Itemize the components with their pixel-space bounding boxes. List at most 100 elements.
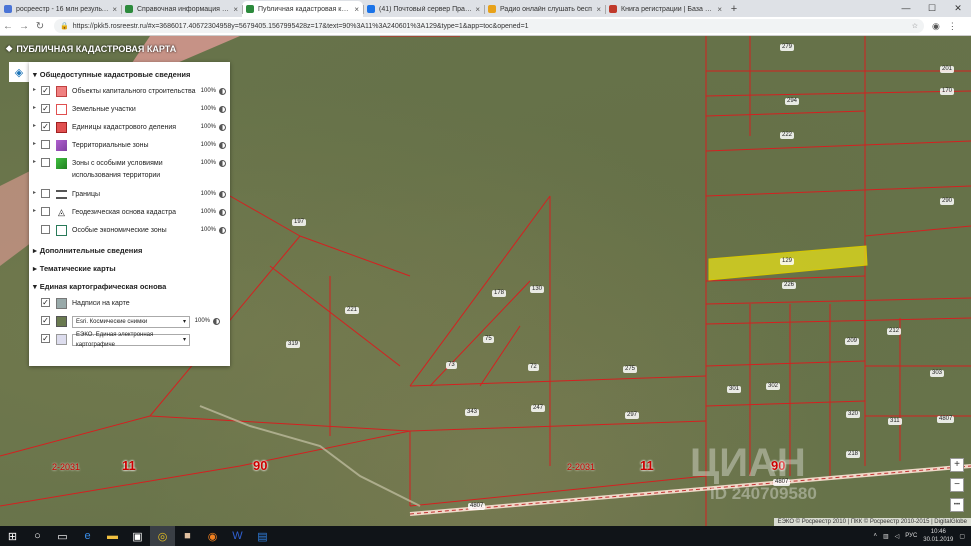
more-tools-button[interactable]: ••• [950,498,964,512]
plot-label: 275 [623,366,638,373]
network-icon[interactable]: ▥ [883,533,889,540]
word-icon[interactable]: W [225,526,250,546]
caret-right-icon[interactable]: ▸ [33,158,41,165]
bookmark-star-icon[interactable]: ☆ [912,22,918,30]
browser-tab-3[interactable]: Публичная кадастровая карта × [242,1,363,17]
section-extra[interactable]: ▸ Дополнительные сведения [33,244,226,257]
zoom-in-button[interactable]: + [950,458,964,472]
search-icon[interactable]: ○ [25,526,50,546]
opacity-icon[interactable] [219,191,226,198]
section-public[interactable]: ▾ Общедоступные кадастровые сведения [33,68,226,81]
address-bar[interactable]: 🔒 https://pkk5.rosreestr.ru/#x=3686017.4… [54,19,924,33]
plot-label: 73 [446,362,457,369]
tray-arrow-icon[interactable]: ˄ [873,533,877,539]
browser-tab-5[interactable]: Радио онлайн слушать бесп × [484,1,605,17]
close-icon[interactable]: × [475,5,480,14]
close-window-icon[interactable]: ✕ [945,0,971,17]
plot-label: 209 [845,338,860,345]
layers-panel: ▾ Общедоступные кадастровые сведения ▸ ✓ … [29,62,230,366]
plot-label: 343 [465,409,480,416]
close-icon[interactable]: × [354,5,359,14]
back-icon[interactable]: ← [0,21,16,32]
section-basemap[interactable]: ▾ Единая картографическая основа [33,280,226,293]
reload-icon[interactable]: ↻ [32,21,48,32]
close-icon[interactable]: × [233,5,238,14]
layer-checkbox[interactable] [41,140,50,149]
language-indicator[interactable]: РУС [905,533,917,539]
layer-checkbox[interactable] [41,158,50,167]
app-window-icon[interactable]: ▤ [250,526,275,546]
minimize-icon[interactable]: — [893,0,919,17]
app-icon[interactable]: ■ [175,526,200,546]
caret-right-icon[interactable]: ▸ [33,122,41,129]
zoom-out-button[interactable]: − [950,478,964,492]
favicon-icon [246,5,254,13]
store-icon[interactable]: ▣ [125,526,150,546]
browser-tab-1[interactable]: росреестр - 16 млн результатов × [0,1,121,17]
caret-right-icon[interactable]: ▸ [33,189,41,196]
layer-row: ▸ ✓ Единицы кадастрового деления 100% [33,119,226,137]
rosreestr-logo-icon: ⬥ [6,43,13,53]
edge-icon[interactable]: e [75,526,100,546]
layer-row: ▸ ✓ Земельные участки 100% [33,101,226,119]
windows-taskbar: ⊞ ○ ▭ e ▬ ▣ ◎ ■ ◉ W ▤ ˄ ▥ ◁ РУС 10:46 30… [0,526,971,546]
caret-right-icon[interactable]: ▸ [33,86,41,93]
layer-checkbox[interactable]: ✓ [41,86,50,95]
favicon-icon [125,5,133,13]
close-icon[interactable]: × [717,5,722,14]
caret-right-icon: ▸ [33,246,37,255]
clock[interactable]: 10:46 30.01.2019 [923,528,953,544]
layer-swatch-icon [56,104,67,115]
new-tab-button[interactable]: + [726,1,742,17]
opacity-icon[interactable] [219,142,226,149]
layer-row: ▸ ◬ Геодезическая основа кадастра 100% [33,204,226,222]
opacity-icon[interactable] [219,106,226,113]
close-icon[interactable]: × [596,5,601,14]
layer-checkbox[interactable]: ✓ [41,104,50,113]
opacity-icon[interactable] [219,124,226,131]
layer-checkbox[interactable] [41,189,50,198]
browser-tab-2[interactable]: Справочная информация по об × [121,1,242,17]
basemap-checkbox[interactable]: ✓ [41,334,50,343]
lock-icon: 🔒 [60,23,69,30]
opacity-icon[interactable] [219,227,226,234]
browser-tab-4[interactable]: (41) Почтовый сервер Правит × [363,1,484,17]
opacity-icon[interactable] [213,318,220,325]
menu-icon[interactable]: ⋮ [948,21,957,32]
volume-icon[interactable]: ◁ [895,533,900,540]
account-icon[interactable]: ◉ [932,21,940,32]
chrome-icon[interactable]: ◎ [150,526,175,546]
layer-checkbox[interactable] [41,207,50,216]
opacity-icon[interactable] [219,209,226,216]
windows-start-icon[interactable]: ⊞ [0,526,25,546]
task-view-icon[interactable]: ▭ [50,526,75,546]
layers-toggle-button[interactable]: ◈ [9,62,29,82]
boundaries-icon [56,190,67,199]
layer-checkbox[interactable] [41,225,50,234]
basemap-checkbox[interactable]: ✓ [41,316,50,325]
layer-checkbox[interactable]: ✓ [41,122,50,131]
basemap-select-satellite[interactable]: Esri. Космические снимки ▾ [72,316,190,328]
plot-label: 4807 [937,416,955,423]
district-number: 11 [640,458,654,473]
caret-down-icon: ▾ [33,282,37,291]
file-explorer-icon[interactable]: ▬ [100,526,125,546]
browser-tab-6[interactable]: Книга регистрации | База данн × [605,1,726,17]
basemap-select-eeko[interactable]: ЕЭКО. Единая электронная картографиче ▾ [72,332,190,348]
caret-right-icon[interactable]: ▸ [33,104,41,111]
firefox-icon[interactable]: ◉ [200,526,225,546]
basemap-checkbox[interactable]: ✓ [41,298,50,307]
opacity-icon[interactable] [219,160,226,167]
section-thematic[interactable]: ▸ Тематические карты [33,262,226,275]
labels-thumbnail-icon [56,298,67,309]
maximize-icon[interactable]: ☐ [919,0,945,17]
close-icon[interactable]: × [112,5,117,14]
layer-row: ▸ Территориальные зоны 100% [33,137,226,155]
forward-icon[interactable]: → [16,21,32,32]
caret-right-icon[interactable]: ▸ [33,140,41,147]
notifications-icon[interactable]: ▢ [959,533,965,540]
watermark-logo: ЦИАН [690,441,806,485]
opacity-icon[interactable] [219,88,226,95]
caret-right-icon[interactable]: ▸ [33,207,41,214]
layer-row: Особые экономические зоны 100% [33,222,226,240]
